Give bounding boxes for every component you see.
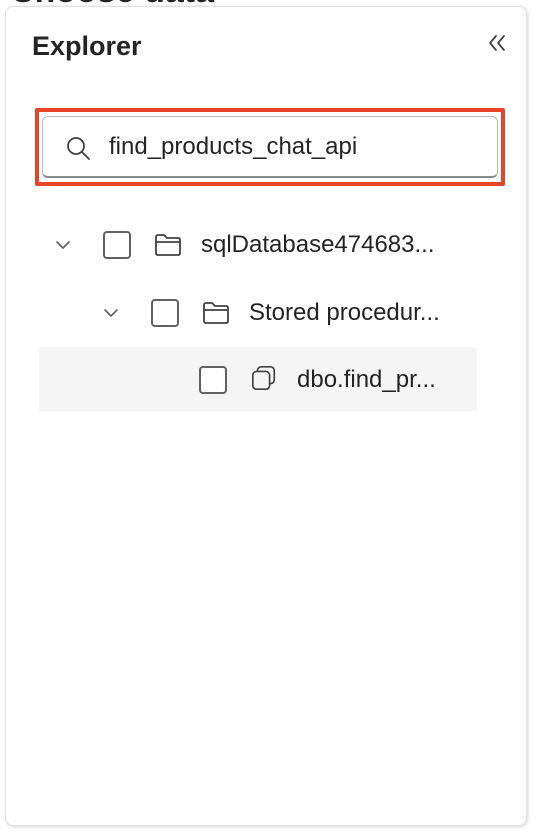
explorer-panel: Explorer sqlDatabase47 [5,6,527,826]
tree-item-label: Stored procedur... [249,299,440,326]
explorer-title: Explorer [32,31,142,61]
tree-item-label: sqlDatabase474683... [201,231,435,258]
choose-data-page: Choose data Explorer [0,0,536,832]
search-box[interactable] [42,116,498,178]
collapse-explorer-button[interactable] [480,27,514,59]
search-icon [67,137,90,160]
double-chevron-left-icon [489,35,505,51]
chevron-down-icon[interactable] [53,235,73,255]
folder-icon [203,302,229,324]
chevron-down-icon[interactable] [101,303,121,323]
stored-procedure-icon [251,365,276,391]
folder-icon [155,234,181,256]
tree-item-checkbox[interactable] [151,299,179,327]
search-input[interactable] [109,117,489,176]
tree-item-database[interactable]: sqlDatabase474683... [39,213,479,275]
tree-item-label: dbo.find_pr... [297,366,436,393]
tree-item-checkbox[interactable] [199,366,227,394]
tree-item-checkbox[interactable] [103,231,131,259]
tree-item-stored-procedures[interactable]: Stored procedur... [39,281,479,343]
tree-item-procedure[interactable]: dbo.find_pr... [39,347,477,411]
